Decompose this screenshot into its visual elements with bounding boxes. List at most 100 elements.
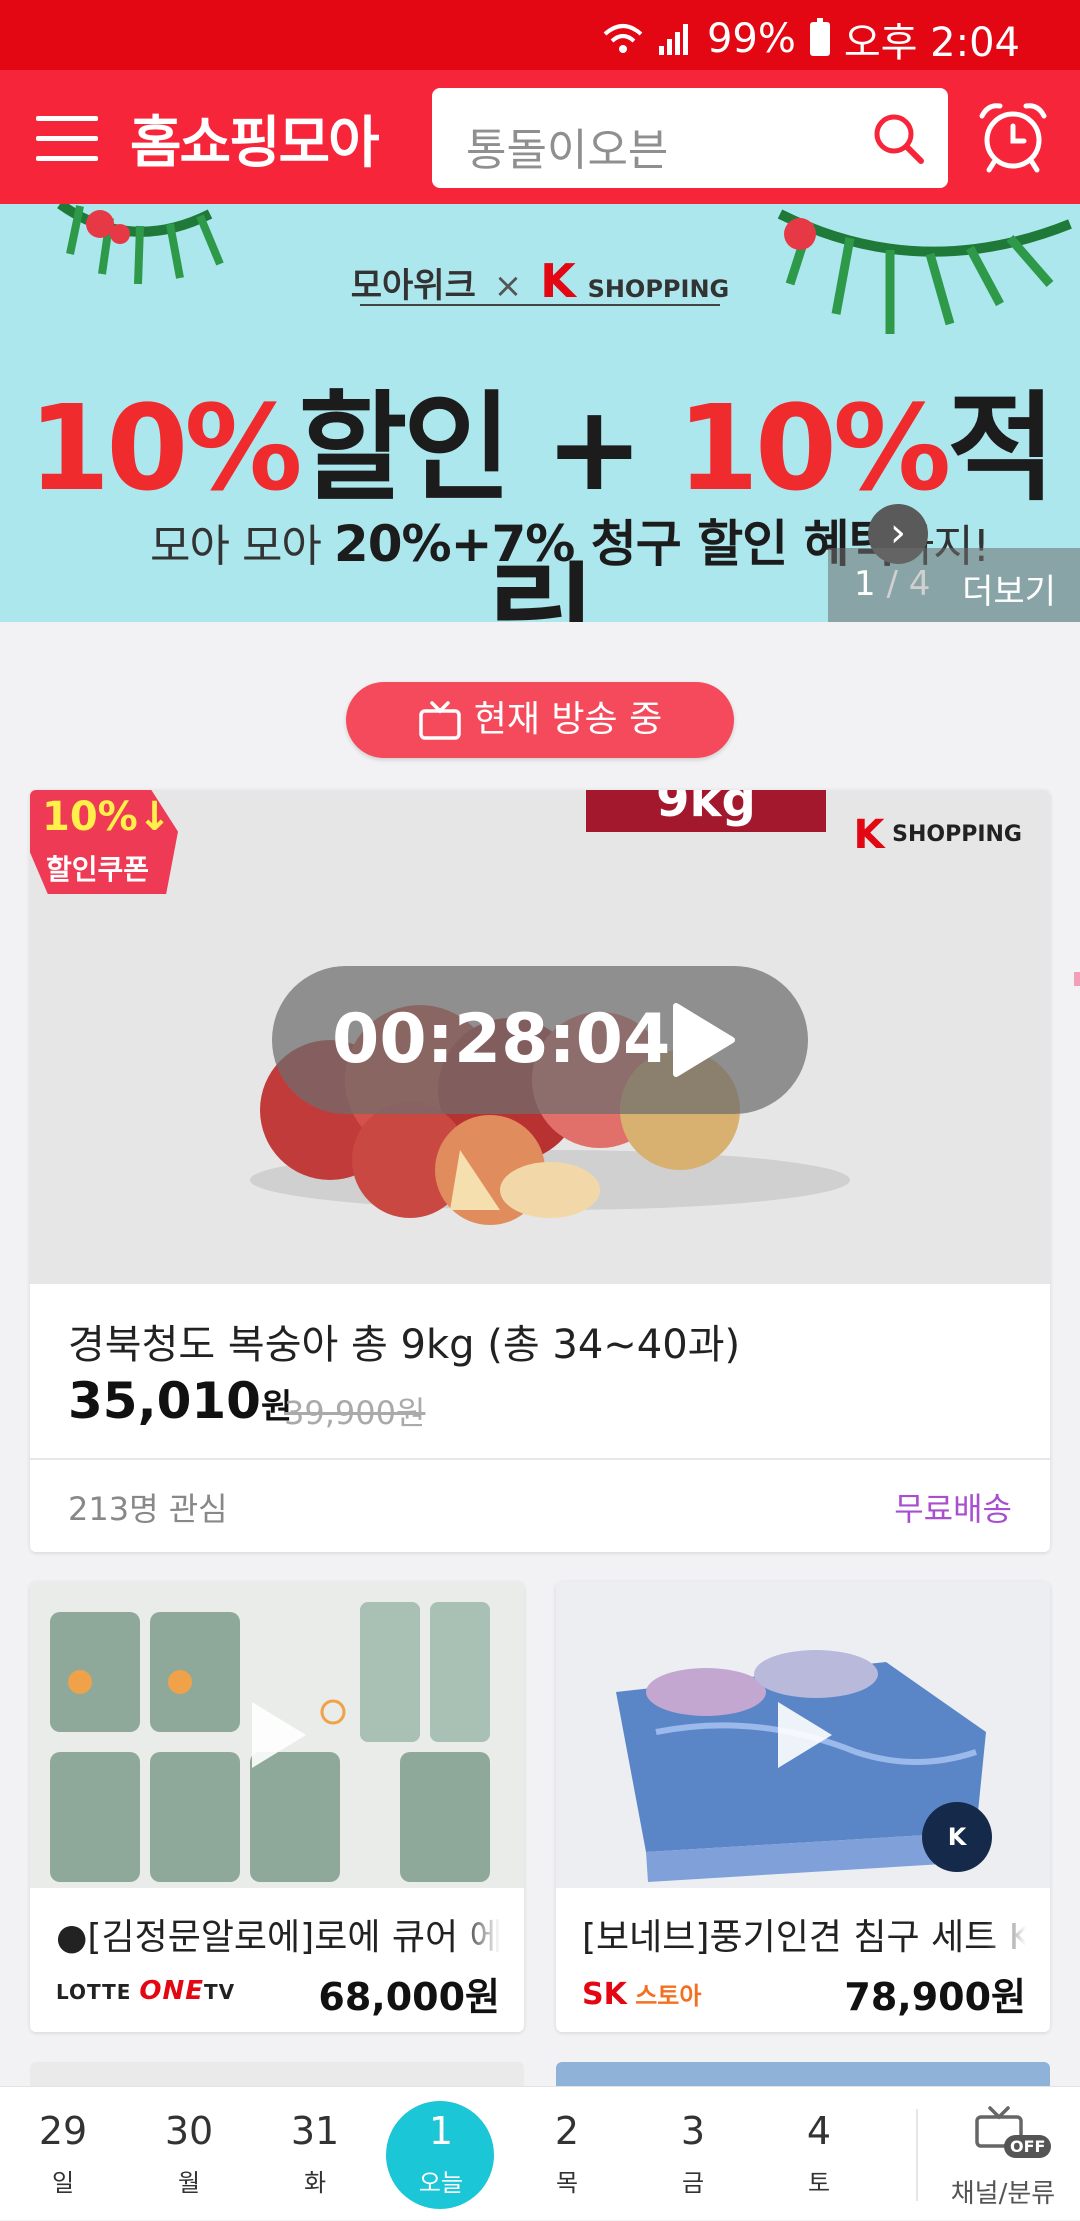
channel-badge: K bbox=[922, 1802, 992, 1872]
sk-stoa-logo: SK 스토아 bbox=[582, 1976, 701, 2012]
promo-banner[interactable]: 모아위크 × K SHOPPING 10%할인 + 10%적립 모아 모아 20… bbox=[0, 204, 1080, 622]
banner-partner-brand: 모아위크 × K SHOPPING bbox=[0, 254, 1080, 308]
pager-total: 4 bbox=[908, 564, 931, 604]
channel-name-part: 스토아 bbox=[626, 1982, 702, 2010]
product-card[interactable]: ●[김정문알로에]로에 큐어 에 LOTTE ONETV 68,000원 bbox=[30, 1582, 524, 2032]
original-price: 39,900원 bbox=[284, 1394, 426, 1432]
price-value: 35,010 bbox=[68, 1372, 261, 1430]
banner-divider bbox=[360, 304, 720, 306]
channel-category-button[interactable]: OFF 채널/분류 bbox=[926, 2087, 1080, 2221]
status-bar: 99% 오후 2:04 bbox=[0, 0, 1080, 70]
app-title: 홈쇼핑모아 bbox=[130, 111, 380, 176]
date-tab-today[interactable]: 1 오늘 bbox=[386, 2087, 496, 2221]
headline-plus: + bbox=[544, 379, 644, 517]
off-badge: OFF bbox=[1004, 2135, 1052, 2158]
product-price: 68,000원 bbox=[318, 1975, 500, 2019]
date-number: 1 bbox=[428, 2109, 454, 2153]
timer-text: 00:28:04 bbox=[332, 1000, 671, 1079]
date-number: 30 bbox=[164, 2109, 214, 2153]
date-weekday: 토 bbox=[807, 2169, 831, 2197]
play-icon[interactable] bbox=[246, 1696, 312, 1774]
headline-discount-pct: 10% bbox=[28, 379, 302, 517]
search-placeholder: 통돌이오븐 bbox=[466, 125, 669, 176]
pager-separator: / bbox=[875, 564, 909, 604]
nav-divider bbox=[916, 2109, 918, 2201]
k-logo-mark: K bbox=[853, 812, 885, 858]
date-weekday: 화 bbox=[303, 2169, 327, 2197]
product-card[interactable]: K [보네브]풍기인견 침구 세트 K SK 스토아 78,900원 bbox=[556, 1582, 1050, 2032]
play-icon[interactable] bbox=[772, 1696, 838, 1774]
date-weekday: 오늘 bbox=[418, 2169, 464, 2197]
card-divider bbox=[30, 1458, 1050, 1460]
product-title: 경북청도 복숭아 총 9kg (총 34~40과) bbox=[68, 1322, 741, 1368]
date-tab[interactable]: 30 월 bbox=[134, 2087, 244, 2221]
k-shopping-logo: K bbox=[540, 254, 576, 308]
moaweek-label: 모아위크 bbox=[350, 266, 476, 306]
battery-percent: 99% bbox=[706, 16, 796, 62]
k-logo-text: SHOPPING bbox=[892, 822, 1022, 847]
headline-discount-word: 할인 bbox=[298, 379, 512, 517]
date-tab[interactable]: 3금 bbox=[638, 2087, 748, 2221]
alarm-clock-icon[interactable] bbox=[976, 100, 1050, 174]
coupon-label: 할인쿠폰 bbox=[46, 853, 150, 886]
channel-logo: K SHOPPING bbox=[853, 812, 1022, 858]
channel-name-part: LOTTE bbox=[56, 1980, 140, 2004]
date-tab[interactable]: 31 화 bbox=[260, 2087, 370, 2221]
date-tab[interactable]: 29 일 bbox=[8, 2087, 118, 2221]
live-video-thumbnail[interactable]: 10%↓ 할인쿠폰 9kg K SHOPPING 00:28:04 bbox=[30, 790, 1050, 1284]
pager-current: 1 bbox=[854, 564, 876, 604]
live-product-card[interactable]: 10%↓ 할인쿠폰 9kg K SHOPPING 00:28:04 경북청도 복… bbox=[30, 790, 1050, 1552]
date-weekday: 금 bbox=[681, 2169, 705, 2197]
banner-pager[interactable]: 1 / 4 더보기 bbox=[828, 548, 1080, 622]
clock: 오후 2:04 bbox=[843, 20, 1020, 66]
date-number: 31 bbox=[290, 2109, 340, 2153]
product-name: ●[김정문알로에]로에 큐어 에 bbox=[56, 1908, 500, 1960]
product-price: 35,010원 bbox=[68, 1372, 292, 1430]
date-number: 2 bbox=[554, 2109, 580, 2153]
play-icon[interactable] bbox=[668, 1000, 738, 1080]
hamburger-menu-icon[interactable] bbox=[36, 116, 98, 162]
battery-icon bbox=[809, 18, 830, 56]
pager-count: 1 / 4 bbox=[854, 564, 930, 604]
product-thumbnail[interactable] bbox=[30, 1582, 524, 1888]
scroll-indicator bbox=[1074, 972, 1080, 986]
channel-name-part: SK bbox=[582, 1977, 627, 2012]
live-now-label: 현재 방송 중 bbox=[473, 699, 663, 740]
sub-prefix: 모아 모아 bbox=[150, 521, 334, 572]
lotte-onetv-logo: LOTTE ONETV bbox=[56, 1976, 235, 2006]
channel-name-part: ONE bbox=[139, 1976, 205, 2006]
search-input[interactable]: 통돌이오븐 bbox=[432, 88, 948, 188]
date-tab[interactable]: 2목 bbox=[512, 2087, 622, 2221]
date-tab[interactable]: 4토 bbox=[764, 2087, 874, 2221]
collab-x: × bbox=[493, 266, 523, 306]
wifi-icon bbox=[603, 24, 643, 53]
coupon-badge: 10%↓ 할인쿠폰 bbox=[30, 790, 178, 894]
date-number: 4 bbox=[806, 2109, 832, 2153]
coupon-percent: 10%↓ bbox=[42, 794, 172, 840]
live-product-info: 경북청도 복숭아 총 9kg (총 34~40과) 35,010원 39,900… bbox=[30, 1284, 1050, 1552]
tv-icon bbox=[419, 701, 461, 740]
product-name: [보네브]풍기인견 침구 세트 K bbox=[582, 1908, 1026, 1960]
headline-points-pct: 10% bbox=[676, 379, 951, 517]
signal-icon bbox=[658, 24, 688, 55]
k-shopping-text: SHOPPING bbox=[587, 275, 730, 303]
product-thumbnail[interactable]: K bbox=[556, 1582, 1050, 1888]
date-weekday: 목 bbox=[555, 2169, 579, 2197]
broadcast-timer[interactable]: 00:28:04 bbox=[272, 966, 808, 1114]
banner-more-link[interactable]: 더보기 bbox=[962, 564, 1056, 613]
interest-count: 213명 관심 bbox=[68, 1490, 228, 1528]
channel-name-part: TV bbox=[204, 1980, 236, 2004]
date-navigation: 29 일 30 월 31 화 1 오늘 2목 3금 4토 OFF 채널/분류 bbox=[0, 2086, 1080, 2220]
free-shipping-label: 무료배송 bbox=[894, 1490, 1012, 1528]
channel-category-label: 채널/분류 bbox=[950, 2179, 1056, 2209]
date-weekday: 일 bbox=[51, 2169, 75, 2197]
date-weekday: 월 bbox=[177, 2169, 201, 2197]
sub-bold: 20%+7% 청구 할인 혜택 bbox=[333, 515, 895, 573]
live-now-button[interactable]: 현재 방송 중 bbox=[346, 682, 734, 758]
product-price: 78,900원 bbox=[844, 1975, 1026, 2019]
weight-tag: 9kg bbox=[586, 790, 826, 832]
search-icon[interactable] bbox=[870, 110, 926, 166]
app-header: 홈쇼핑모아 통돌이오븐 bbox=[0, 70, 1080, 204]
date-number: 3 bbox=[680, 2109, 706, 2153]
date-number: 29 bbox=[38, 2109, 88, 2153]
